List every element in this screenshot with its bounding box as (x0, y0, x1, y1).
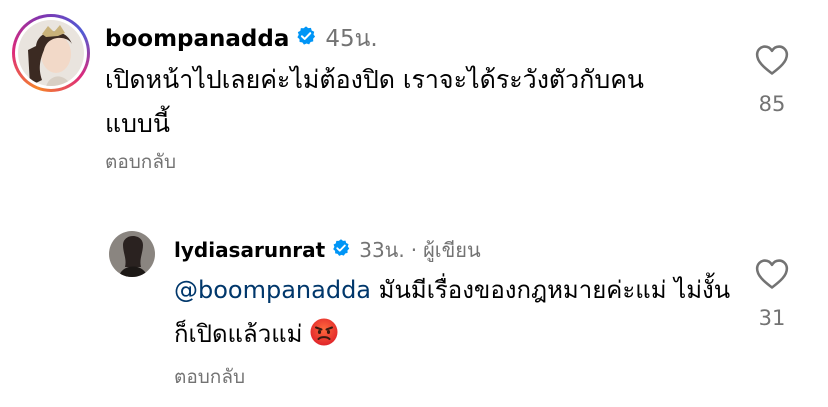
separator-dot: · (410, 238, 418, 262)
verified-badge-icon (331, 238, 351, 263)
username[interactable]: boompanadda (105, 26, 289, 52)
timestamp: 33น. (359, 238, 405, 262)
like-count: 85 (758, 92, 786, 116)
author-badge: ผู้เขียน (423, 238, 481, 262)
avatar[interactable] (12, 14, 90, 92)
comment-text: เปิดหน้าไปเลยค่ะไม่ต้องปิด เราจะได้ระวัง… (105, 65, 645, 138)
comment-text: @boompanadda มันมีเรื่องของกฎหมายค่ะแม่ … (174, 268, 734, 356)
like-button[interactable]: 85 (742, 44, 802, 116)
like-button[interactable]: 31 (742, 258, 802, 330)
verified-badge-icon (295, 25, 317, 53)
avatar-image (18, 20, 84, 86)
comment-header: boompanadda 45น. (105, 21, 378, 57)
heart-icon (742, 44, 802, 76)
mention-link[interactable]: @boompanadda (174, 276, 371, 304)
angry-face-icon (309, 317, 339, 347)
comment-header: lydiasarunrat 33น. · ผู้เขียน (174, 234, 481, 266)
username[interactable]: lydiasarunrat (174, 238, 325, 262)
timestamp: 45น. (325, 26, 378, 52)
reply-button[interactable]: ตอบกลับ (174, 362, 245, 392)
reply-button[interactable]: ตอบกลับ (105, 147, 176, 177)
heart-icon (742, 258, 802, 290)
avatar-image (109, 231, 155, 277)
avatar[interactable] (109, 231, 155, 277)
like-count: 31 (758, 306, 786, 330)
